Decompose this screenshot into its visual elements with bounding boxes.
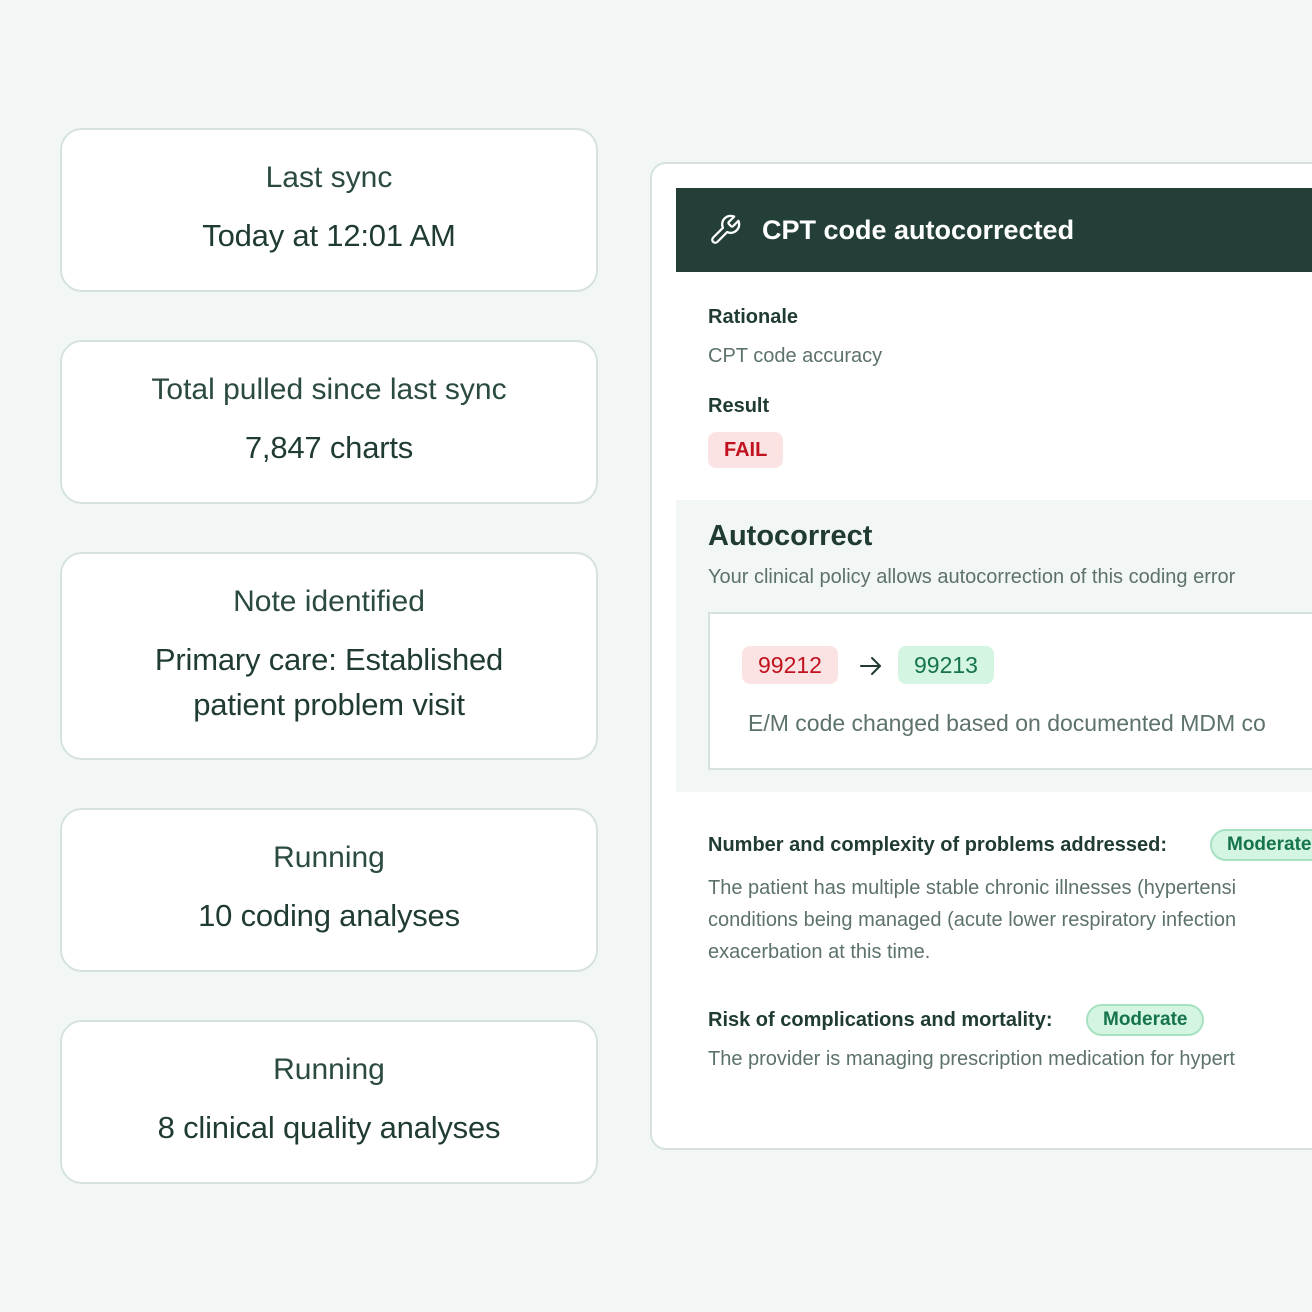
status-label: Note identified [233, 585, 425, 619]
panel-header: CPT code autocorrected [676, 188, 1312, 272]
autocorrect-section: Autocorrect Your clinical policy allows … [676, 500, 1312, 792]
status-card-coding-analyses: Running 10 coding analyses [60, 808, 598, 972]
status-value: 10 coding analyses [198, 894, 460, 938]
mdm-problems-title: Number and complexity of problems addres… [708, 834, 1167, 856]
status-label: Running [273, 841, 385, 875]
autocorrect-title: Autocorrect [708, 520, 873, 552]
arrow-right-icon [860, 657, 881, 675]
code-change-box: 99212 99213 E/M code changed based on do… [708, 612, 1312, 770]
status-card-quality-analyses: Running 8 clinical quality analyses [60, 1020, 598, 1184]
mdm-risk-text: The provider is managing prescription me… [708, 1043, 1235, 1075]
status-label: Last sync [265, 161, 393, 195]
mdm-text-line: exacerbation at this time. [708, 941, 931, 963]
status-card-note-identified: Note identified Primary care: Establishe… [60, 552, 598, 760]
status-label: Total pulled since last sync [151, 373, 507, 407]
panel-title: CPT code autocorrected [762, 214, 1075, 245]
result-label: Result [708, 395, 770, 417]
mdm-risk-level-badge: Moderate [1086, 1004, 1205, 1036]
autocorrect-detail-panel: CPT code autocorrected Rationale CPT cod… [650, 162, 1312, 1150]
mdm-text-line: The provider is managing prescription me… [708, 1048, 1235, 1070]
mdm-problems-level-badge: Moderate [1210, 829, 1312, 861]
old-code-badge: 99212 [742, 646, 838, 684]
status-label: Running [273, 1053, 385, 1087]
new-code-badge: 99213 [898, 646, 994, 684]
status-card-last-sync: Last sync Today at 12:01 AM [60, 128, 598, 292]
autocorrect-description: Your clinical policy allows autocorrecti… [708, 566, 1236, 588]
mdm-text-line: conditions being managed (acute lower re… [708, 909, 1237, 931]
status-card-total-pulled: Total pulled since last sync 7,847 chart… [60, 340, 598, 504]
status-value-line: 7,847 charts [244, 430, 414, 466]
mdm-text-line: The patient has multiple stable chronic … [708, 877, 1237, 899]
status-value: 8 clinical quality analyses [158, 1106, 501, 1150]
status-value-line: 8 clinical quality analyses [157, 1110, 501, 1146]
status-value-line: 10 coding analyses [198, 898, 460, 934]
code-change-note: E/M code changed based on documented MDM… [748, 710, 1266, 736]
status-value: 7,847 charts [245, 426, 413, 470]
status-value-line: Primary care: Established [154, 642, 504, 678]
result-fail-badge: FAIL [708, 432, 784, 468]
status-value-line: patient problem visit [193, 686, 465, 722]
rationale-value: CPT code accuracy [708, 345, 883, 367]
wrench-icon [711, 214, 741, 244]
mdm-risk-title: Risk of complications and mortality: [708, 1009, 1053, 1031]
status-value: Today at 12:01 AM [202, 214, 456, 258]
status-value: Primary care: Established patient proble… [155, 638, 503, 726]
rationale-label: Rationale [708, 306, 799, 328]
status-value-line: Today at 12:01 AM [202, 218, 456, 254]
mdm-problems-text: The patient has multiple stable chronic … [708, 872, 1236, 968]
